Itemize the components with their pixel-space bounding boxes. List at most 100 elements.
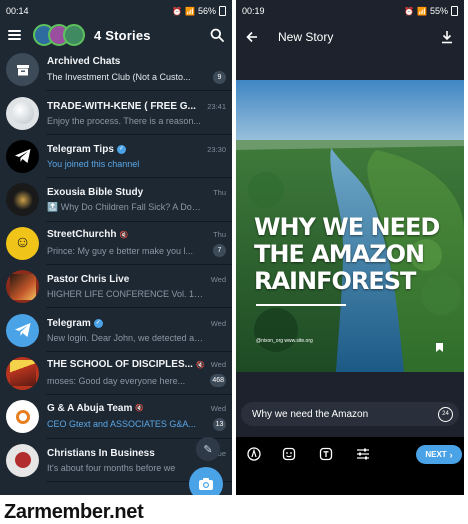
story-headline-line-3: RAINFOREST [254,267,416,295]
chat-name: G & A Abuja Team [47,402,133,414]
chat-item-body: Archived Chats The Investment Club (Not a… [47,56,226,84]
chat-time: Thu [213,187,226,197]
chat-item-top-row: TRADE-WITH-KENE ( FREE G... 23:41 [47,101,226,112]
poster-avatar [6,270,39,304]
chat-name-wrap: Exousia Bible Study [47,187,143,198]
chat-name-wrap: Telegram ✓ [47,318,103,329]
chat-last-message: moses: Good day everyone here... [47,375,186,386]
next-label: NEXT [425,450,447,459]
pencil-icon[interactable]: ✎ [196,437,220,461]
chat-item-top-row: Archived Chats [47,56,226,67]
battery-icon [219,6,226,16]
chat-item-body: Exousia Bible Study Thu 🔝 Why Do Children … [47,187,226,213]
chat-item-bottom-row: Enjoy the process. There is a reason... [47,116,226,126]
chat-item-bottom-row: Prince: My guy e better make you l... 7 [47,244,226,258]
chat-name: Archived Chats [47,55,121,67]
chat-item[interactable]: TRADE-WITH-KENE ( FREE G... 23:41 Enjoy th… [0,91,232,136]
chat-item-body: Telegram ✓ Wed New login. Dear John, we det… [47,318,226,343]
chat-item-bottom-row: CEO Gtext and ASSOCIATES G&A... 13 [47,417,226,431]
telegram-icon [6,313,39,347]
stories-title[interactable]: 4 Stories [94,28,151,43]
discipleship-avatar [6,356,39,390]
chat-item[interactable]: Pastor Chris Live Wed HIGHER LIFE CONFEREN… [0,265,232,309]
muted-icon: 🔇 [135,405,145,413]
chat-name: Christians In Business [47,447,155,459]
chat-item[interactable]: Exousia Bible Study Thu 🔝 Why Do Children … [0,178,232,222]
chat-last-message: 🔝 Why Do Children Fall Sick? A Docu... [47,201,205,212]
business-avatar [6,443,39,477]
telegram-chat-list-panel: 00:14 ⏰ 📶 56% 4 Stories Archived Chats Th… [0,0,232,495]
status-icons: ⏰ 📶 55% [404,6,458,16]
chat-item-body: Telegram Tips ✓ 23:30 You joined this chann… [47,144,226,169]
chat-name: Telegram Tips [47,143,114,155]
back-arrow-icon[interactable] [246,31,258,43]
muted-icon: 🔇 [195,361,205,369]
chat-time: 23:30 [207,144,226,154]
unread-badge: 7 [213,244,226,258]
download-icon[interactable] [440,30,454,44]
chat-item-bottom-row: New login. Dear John, we detected a l... [47,333,226,343]
verified-icon: ✓ [93,318,103,328]
story-tools-bar: NEXT › [236,437,464,495]
status-icons: ⏰ 📶 56% [172,6,226,16]
chat-time: Wed [210,275,226,285]
chat-name: TRADE-WITH-KENE ( FREE G... [47,100,196,112]
chat-item-body: Pastor Chris Live Wed HIGHER LIFE CONFEREN… [47,274,226,299]
logo-avatar [6,400,39,434]
unread-badge: 9 [213,70,226,84]
story-underline [256,304,346,306]
text-tool-icon[interactable] [318,446,334,462]
camera-button[interactable] [189,467,223,495]
chat-item-body: TRADE-WITH-KENE ( FREE G... 23:41 Enjoy th… [47,101,226,126]
chat-item[interactable]: ☺ StreetChurchh 🔇 Thu Prince: My guy e bette… [0,222,232,266]
status-bar: 00:14 ⏰ 📶 56% [0,0,232,22]
new-story-panel: 00:19 ⏰ 📶 55% New Story WHY WE NEED THE … [236,0,464,495]
adjust-icon[interactable] [355,446,371,462]
chat-name-wrap: Pastor Chris Live [47,274,129,285]
battery-level: 55% [429,6,448,16]
caption-input[interactable]: Why we need the Amazon 24 [241,402,459,426]
chat-last-message: Enjoy the process. There is a reason... [47,115,201,126]
caption-text: Why we need the Amazon [252,408,369,420]
chat-name: StreetChurchh [47,229,117,241]
new-story-header: New Story [236,22,464,52]
search-icon[interactable] [210,28,224,42]
chat-last-message: It's about four months before we [47,462,176,473]
chat-item-body: G & A Abuja Team 🔇 Wed CEO Gtext and ASSOCI… [47,403,226,431]
chat-item-top-row: Telegram Tips ✓ 23:30 [47,144,226,155]
chat-last-message: The Investment Club (Not a Custo... [47,72,191,83]
chat-item[interactable]: THE SCHOOL OF DISCIPLES... 🔇 Wed moses: Goo… [0,352,232,396]
draw-icon[interactable] [246,446,262,462]
timer-icon[interactable]: 24 [438,406,453,422]
unread-badge: 468 [210,374,226,388]
chat-name-wrap: Christians In Business [47,448,155,459]
chat-item[interactable]: Telegram ✓ Wed New login. Dear John, we det… [0,308,232,353]
chat-name-wrap: StreetChurchh 🔇 [47,229,128,240]
unread-badge: 13 [213,417,226,431]
sticker-icon[interactable] [281,446,297,462]
menu-icon[interactable] [8,30,21,40]
chat-last-message: HIGHER LIFE CONFERENCE Vol. 10 Pa... [47,289,205,300]
story-image: WHY WE NEED THE AMAZON RAINFOREST @nixon… [236,80,464,372]
chat-list: Archived Chats The Investment Club (Not a… [0,48,232,483]
chat-item-top-row: Exousia Bible Study Thu [47,187,226,198]
chat-item-top-row: G & A Abuja Team 🔇 Wed [47,403,226,414]
alarm-icon: ⏰ [404,6,415,16]
telegram-icon [6,139,39,173]
chat-item[interactable]: Telegram Tips ✓ 23:30 You joined this chann… [0,135,232,179]
chat-last-message: New login. Dear John, we detected a l... [47,332,205,343]
chat-item-body: THE SCHOOL OF DISCIPLES... 🔇 Wed moses: Goo… [47,359,226,388]
stories-avatars[interactable] [33,24,85,46]
chat-last-message: Prince: My guy e better make you l... [47,245,194,256]
verified-icon: ✓ [116,144,126,154]
chat-item[interactable]: G & A Abuja Team 🔇 Wed CEO Gtext and ASSOCI… [0,395,232,439]
story-headline-line-2: THE AMAZON [254,240,425,268]
watermark-text: Zarmember.net [4,501,144,523]
chat-item[interactable]: Archived Chats The Investment Club (Not a… [0,48,232,92]
chat-name-wrap: G & A Abuja Team 🔇 [47,403,144,414]
chat-item-body: StreetChurchh 🔇 Thu Prince: My guy e better… [47,229,226,258]
chat-item-bottom-row: The Investment Club (Not a Custo... 9 [47,70,226,84]
chat-item-bottom-row: 🔝 Why Do Children Fall Sick? A Docu... [47,202,226,213]
next-button[interactable]: NEXT › [416,445,462,464]
story-headline: WHY WE NEED THE AMAZON RAINFOREST [254,214,440,295]
